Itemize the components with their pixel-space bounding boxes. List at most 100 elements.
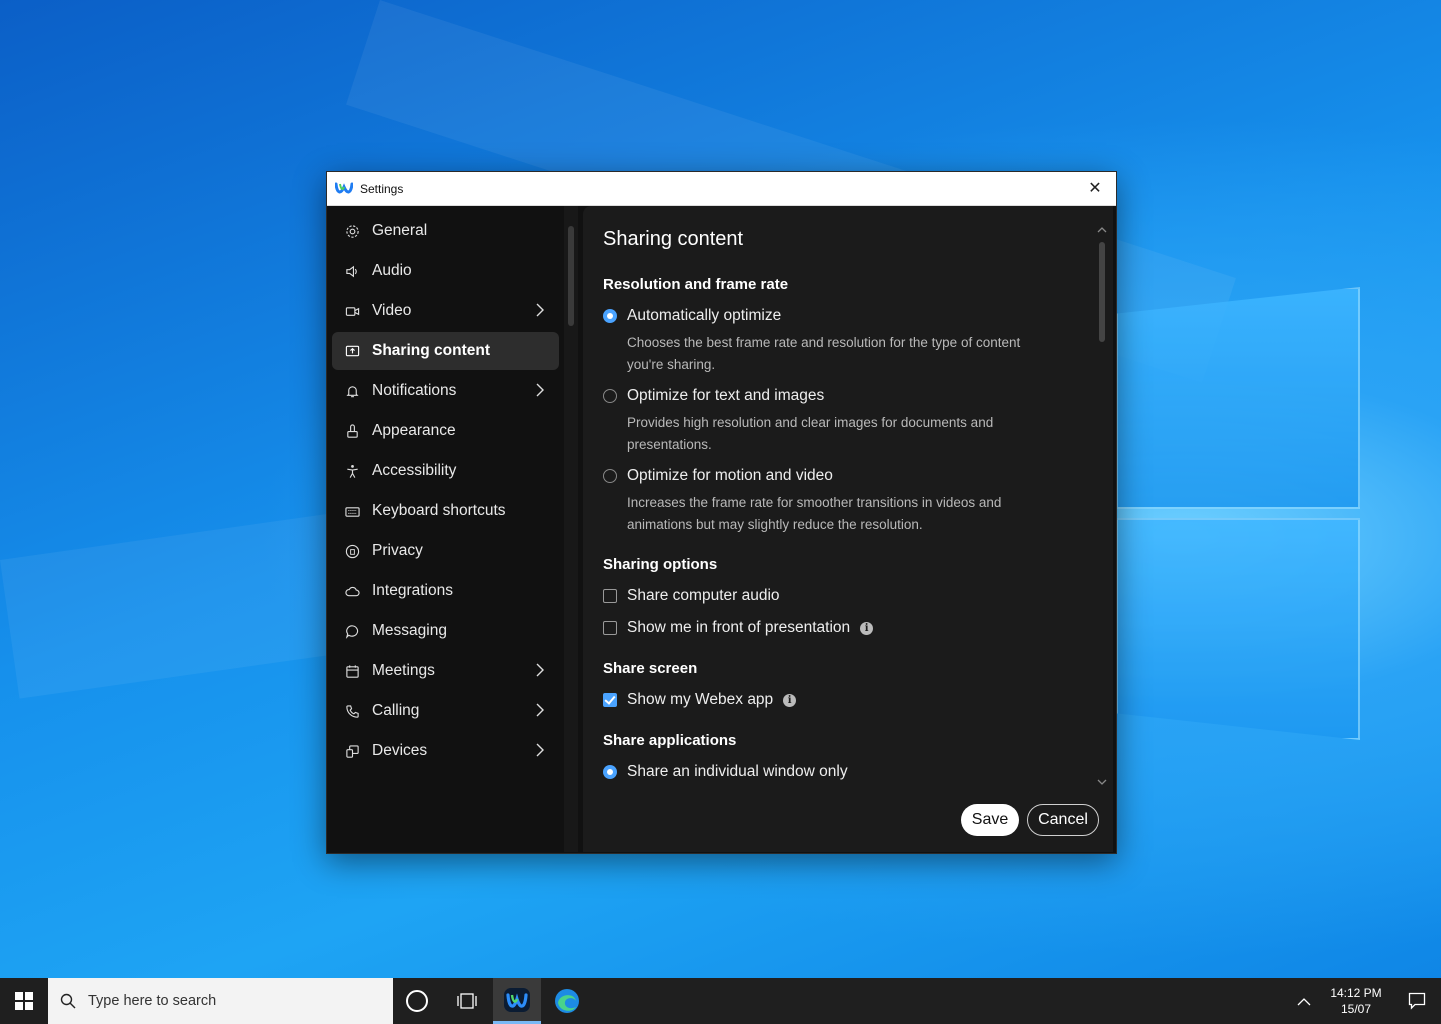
- taskbar: 14:12 PM 15/07: [0, 978, 1441, 1024]
- info-icon[interactable]: i: [860, 621, 874, 635]
- sidebar-item-devices[interactable]: Devices: [332, 732, 559, 770]
- option-description: Provides high resolution and clear image…: [627, 415, 994, 452]
- task-view-button[interactable]: [443, 978, 491, 1024]
- sidebar-item-sharing-content[interactable]: Sharing content: [332, 332, 559, 370]
- webex-logo-icon: [335, 182, 353, 194]
- sidebar-item-label: General: [372, 222, 428, 239]
- clock-date: 15/07: [1340, 1002, 1372, 1016]
- windows-logo-pane: [1116, 518, 1360, 740]
- radio-optimize-motion-video[interactable]: Optimize for motion and video: [603, 467, 833, 485]
- chevron-right-icon: [535, 703, 545, 717]
- radio-button[interactable]: [603, 309, 617, 323]
- task-view-icon: [457, 993, 477, 1009]
- section-heading-share-screen: Share screen: [603, 660, 698, 677]
- settings-sidebar: General Audio Video Sharing content Notifica…: [327, 206, 563, 852]
- title-bar: Settings ✕: [327, 172, 1116, 206]
- checkbox[interactable]: [603, 621, 617, 635]
- radio-optimize-text-images[interactable]: Optimize for text and images: [603, 387, 824, 405]
- option-label: Share an individual window only: [627, 763, 848, 780]
- option-label: Share computer audio: [627, 587, 780, 604]
- sidebar-item-label: Privacy: [372, 542, 423, 559]
- sidebar-item-keyboard-shortcuts[interactable]: Keyboard shortcuts: [332, 492, 559, 530]
- sidebar-item-integrations[interactable]: Integrations: [332, 572, 559, 610]
- start-button[interactable]: [0, 978, 48, 1024]
- checkbox-show-my-webex-app[interactable]: Show my Webex app i: [603, 691, 797, 709]
- sidebar-item-messaging[interactable]: Messaging: [332, 612, 559, 650]
- content-scroll-thumb[interactable]: [1099, 242, 1105, 342]
- sidebar-item-label: Meetings: [372, 662, 435, 679]
- taskbar-clock[interactable]: 14:12 PM 15/07: [1322, 985, 1390, 1017]
- taskbar-webex-app[interactable]: [493, 978, 541, 1024]
- chevron-right-icon: [535, 303, 545, 317]
- sidebar-item-label: Sharing content: [372, 342, 490, 359]
- sidebar-scrollbar[interactable]: [564, 206, 578, 852]
- settings-window: Settings ✕ General Audio Video Sharing cont…: [326, 171, 1117, 854]
- sidebar-item-appearance[interactable]: Appearance: [332, 412, 559, 450]
- windows-logo-pane: [1116, 287, 1360, 509]
- info-icon[interactable]: i: [783, 693, 797, 707]
- notification-center-icon: [1408, 992, 1426, 1010]
- sidebar-item-label: Messaging: [372, 622, 447, 639]
- radio-button[interactable]: [603, 389, 617, 403]
- option-label: Show my Webex app: [627, 691, 774, 708]
- sidebar-item-video[interactable]: Video: [332, 292, 559, 330]
- close-button[interactable]: ✕: [1082, 176, 1108, 200]
- sidebar-item-label: Notifications: [372, 382, 457, 399]
- checkbox[interactable]: [603, 589, 617, 603]
- sidebar-item-meetings[interactable]: Meetings: [332, 652, 559, 690]
- windows-start-icon: [15, 992, 33, 1010]
- section-heading-resolution: Resolution and frame rate: [603, 276, 789, 293]
- sidebar-item-privacy[interactable]: Privacy: [332, 532, 559, 570]
- option-label: Show me in front of presentation: [627, 619, 851, 636]
- search-input[interactable]: [86, 992, 370, 1010]
- radio-automatically-optimize[interactable]: Automatically optimize: [603, 307, 781, 325]
- sidebar-item-accessibility[interactable]: Accessibility: [332, 452, 559, 490]
- speaker-icon: [344, 263, 360, 279]
- scroll-up-icon[interactable]: [1097, 226, 1107, 234]
- sidebar-item-label: Keyboard shortcuts: [372, 502, 506, 519]
- share-screen-icon: [344, 343, 360, 359]
- chevron-right-icon: [535, 383, 545, 397]
- devices-icon: [344, 743, 360, 759]
- privacy-icon: [344, 543, 360, 559]
- cortana-button[interactable]: [393, 978, 441, 1024]
- checkbox-share-computer-audio[interactable]: Share computer audio: [603, 587, 780, 605]
- keyboard-icon: [344, 503, 360, 519]
- chat-bubble-icon: [344, 623, 360, 639]
- cortana-circle-icon: [406, 990, 428, 1012]
- scroll-down-icon[interactable]: [1097, 778, 1107, 786]
- sidebar-item-general[interactable]: General: [332, 212, 559, 250]
- webex-app-icon: [504, 987, 530, 1012]
- radio-button[interactable]: [603, 469, 617, 483]
- sidebar-item-notifications[interactable]: Notifications: [332, 372, 559, 410]
- cancel-button[interactable]: Cancel: [1027, 804, 1099, 836]
- save-button[interactable]: Save: [961, 804, 1019, 836]
- option-label: Optimize for text and images: [627, 387, 825, 404]
- action-center-button[interactable]: [1393, 978, 1441, 1024]
- calendar-icon: [344, 663, 360, 679]
- window-title: Settings: [360, 182, 404, 196]
- page-title: Sharing content: [603, 228, 744, 250]
- sidebar-item-label: Integrations: [372, 582, 453, 599]
- content-scrollbar[interactable]: [1097, 226, 1107, 786]
- section-heading-share-applications: Share applications: [603, 732, 737, 749]
- checkbox-show-me-in-front[interactable]: Show me in front of presentation i: [603, 619, 874, 637]
- option-label: Optimize for motion and video: [627, 467, 833, 484]
- paintbrush-icon: [344, 423, 360, 439]
- sidebar-item-audio[interactable]: Audio: [332, 252, 559, 290]
- option-description: Chooses the best frame rate and resoluti…: [627, 335, 1021, 372]
- radio-share-individual-window[interactable]: Share an individual window only: [603, 763, 848, 781]
- accessibility-icon: [344, 463, 360, 479]
- chevron-right-icon: [535, 743, 545, 757]
- sidebar-scroll-thumb[interactable]: [568, 226, 574, 326]
- taskbar-edge-app[interactable]: [543, 978, 591, 1024]
- taskbar-search[interactable]: [48, 978, 393, 1024]
- checkbox[interactable]: [603, 693, 617, 707]
- show-hidden-icons-button[interactable]: [1284, 978, 1324, 1024]
- camera-icon: [344, 303, 360, 319]
- chevron-right-icon: [535, 663, 545, 677]
- section-heading-sharing-options: Sharing options: [603, 556, 718, 573]
- gear-icon: [344, 223, 360, 239]
- radio-button[interactable]: [603, 765, 617, 779]
- sidebar-item-calling[interactable]: Calling: [332, 692, 559, 730]
